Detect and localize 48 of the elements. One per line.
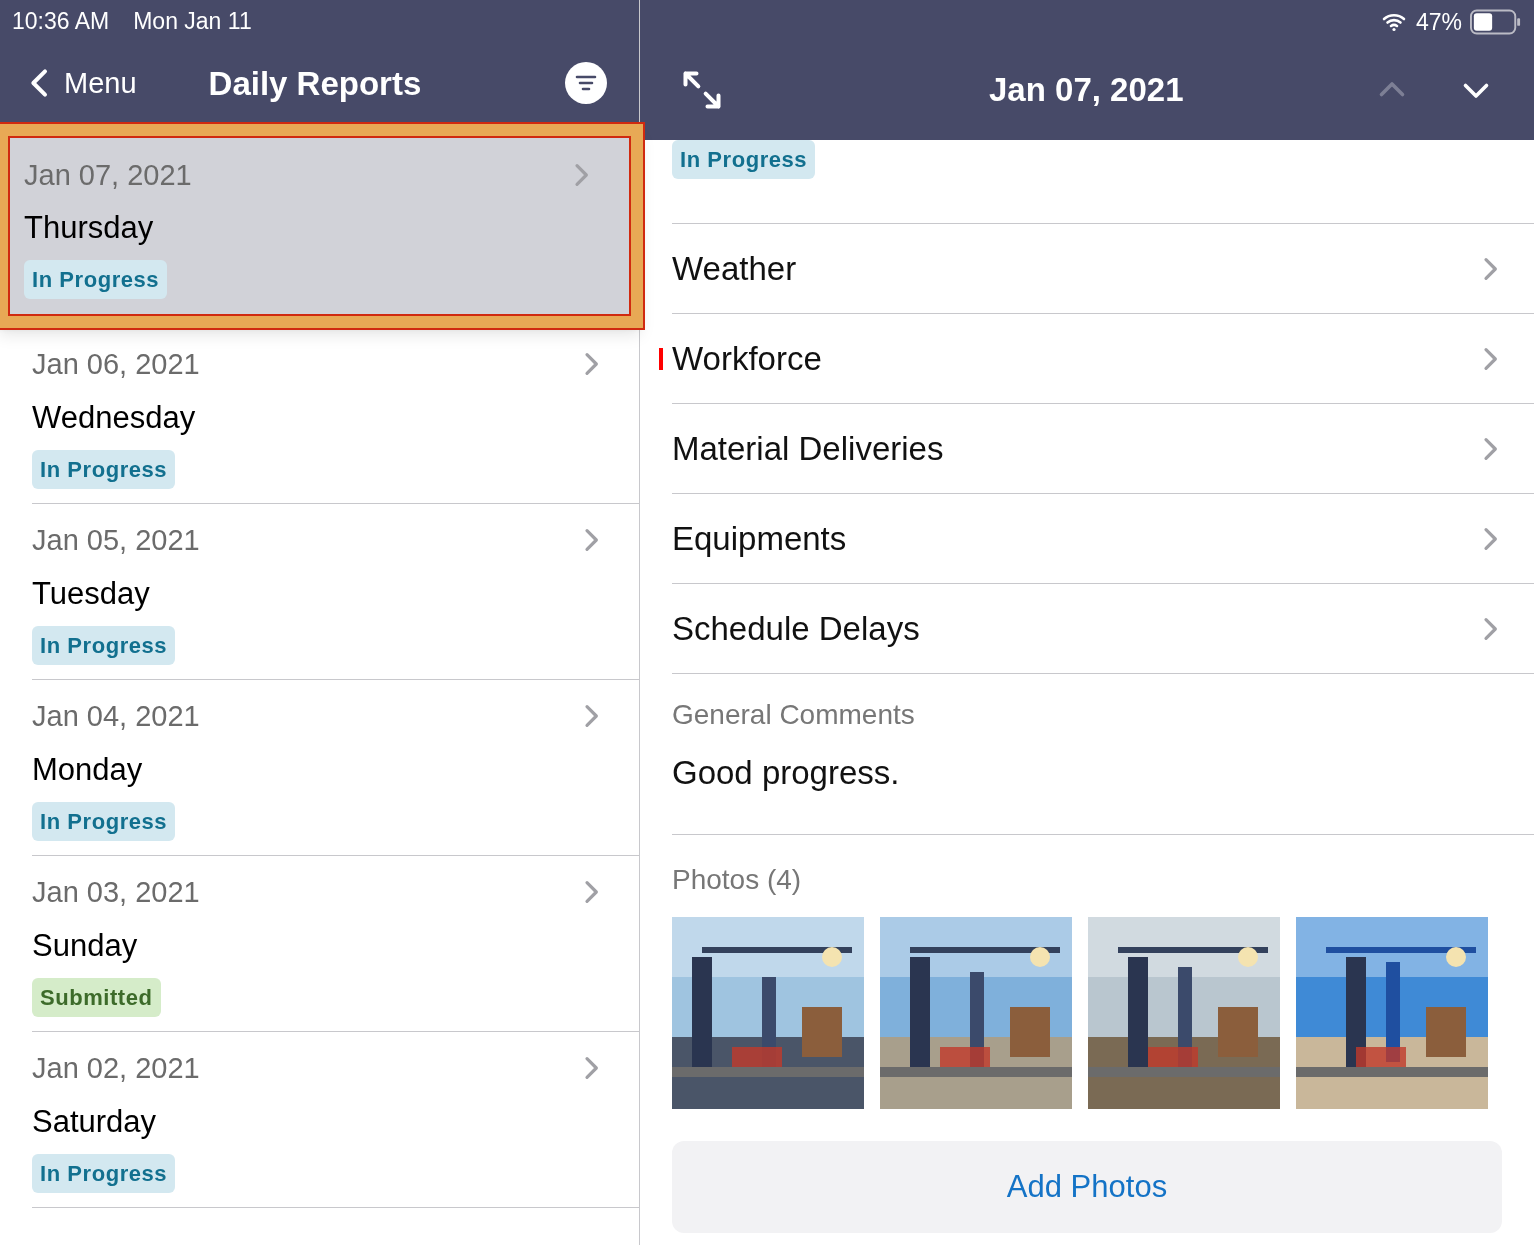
status-badge: In Progress [32,801,176,841]
status-badge: In Progress [32,1153,176,1193]
report-weekday: Monday [32,751,144,789]
report-weekday: Saturday [32,1103,158,1141]
report-date: Jan 03, 2021 [32,874,200,910]
section-label: Material Deliveries [672,428,944,469]
section-row[interactable]: Material Deliveries [672,404,1534,494]
section-label: Equipments [672,518,847,559]
status-time: 10:36 AM [12,7,110,36]
section-label: Workforce [672,338,822,379]
report-date: Jan 04, 2021 [32,698,200,734]
section-row[interactable]: Weather [672,224,1534,314]
comments-label: General Comments [672,698,916,732]
status-badge: Submitted [32,977,161,1017]
detail-title: Jan 07, 2021 [989,70,1184,111]
report-item[interactable]: Jan 07, 2021 Thursday In Progress [0,124,643,328]
report-weekday: Sunday [32,927,139,965]
report-date: Jan 05, 2021 [32,522,200,558]
report-item[interactable]: Jan 03, 2021 Sunday Submitted [0,856,639,1032]
report-item[interactable]: Jan 02, 2021 Saturday In Progress [0,1032,639,1208]
status-date: Mon Jan 11 [133,7,252,36]
report-item[interactable]: Jan 06, 2021 Wednesday In Progress [0,328,639,504]
add-photos-button[interactable]: Add Photos [672,1141,1502,1233]
expand-icon[interactable] [680,68,724,112]
report-item[interactable]: Jan 05, 2021 Tuesday In Progress [0,504,639,680]
section-label: Weather [672,248,797,289]
section-row[interactable]: Schedule Delays [672,584,1534,674]
report-date: Jan 07, 2021 [24,157,192,193]
report-weekday: Wednesday [32,399,197,437]
battery-level: 47% [1415,7,1462,37]
status-badge: In Progress [24,259,168,299]
filter-button[interactable] [565,62,607,105]
status-badge: In Progress [32,449,176,489]
report-weekday: Tuesday [32,575,151,613]
photos-label: Photos (4) [672,863,803,897]
comments-text: Good progress. [672,753,901,793]
status-badge: In Progress [672,140,816,179]
section-label: Schedule Delays [672,608,920,649]
list-title: Daily Reports [208,63,422,104]
section-row[interactable]: Equipments [672,494,1534,584]
report-item[interactable]: Jan 04, 2021 Monday In Progress [0,680,639,856]
report-date: Jan 02, 2021 [32,1050,200,1086]
back-button[interactable]: Menu [20,61,137,105]
status-badge: In Progress [32,625,176,665]
report-weekday: Thursday [24,209,155,247]
battery-icon [1470,9,1522,35]
report-date: Jan 06, 2021 [32,346,200,382]
section-row[interactable]: Workforce [672,314,1534,404]
